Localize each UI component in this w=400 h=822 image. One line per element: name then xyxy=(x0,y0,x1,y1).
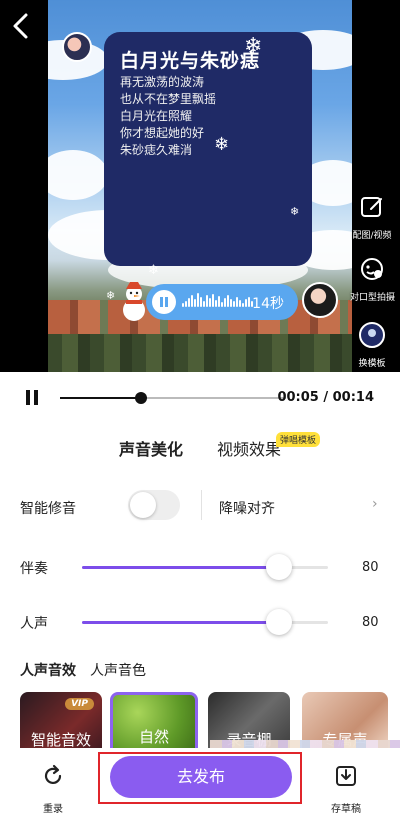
editor-screen: 白月光与朱砂痣 再无激荡的波涛 也从不在梦里飘摇 白月光在照耀 你才想起她的好 … xyxy=(0,0,400,822)
side-tool-label: 换模板 xyxy=(358,359,386,369)
playback-bar: 00:05 / 00:14 xyxy=(0,372,400,422)
save-draft-label: 存草稿 xyxy=(331,804,361,815)
rerecord-button[interactable]: 重录 xyxy=(33,764,73,815)
video-preview[interactable]: 白月光与朱砂痣 再无激荡的波涛 也从不在梦里飘摇 白月光在照耀 你才想起她的好 … xyxy=(0,0,400,372)
smart-tune-label: 智能修音 xyxy=(20,501,76,517)
author-avatar[interactable] xyxy=(62,32,92,62)
publish-button[interactable]: 去发布 xyxy=(110,756,292,798)
edit-image-icon xyxy=(361,197,382,217)
tab-video-effects[interactable]: 视频效果 xyxy=(217,436,281,460)
waveform-bar xyxy=(227,295,229,307)
vocal-slider[interactable] xyxy=(82,608,328,636)
progress-knob[interactable] xyxy=(135,392,148,404)
waveform-bar xyxy=(215,300,217,307)
waveform-bar xyxy=(185,301,187,307)
side-tool-media[interactable]: 配图/视频 xyxy=(350,194,394,241)
waveform-bar xyxy=(239,300,241,307)
tab-badge: 弹唱模板 xyxy=(276,432,321,447)
accompaniment-label: 伴奏 xyxy=(20,561,48,577)
waveform-bar xyxy=(242,303,244,307)
back-button[interactable] xyxy=(10,12,32,40)
effect-natural[interactable]: 自然 xyxy=(110,692,198,756)
snowflake-icon: ❄ xyxy=(148,263,159,278)
vip-badge: VIP xyxy=(65,698,94,710)
refresh-icon xyxy=(44,764,62,785)
waveform-bar xyxy=(224,298,226,307)
waveform-bar xyxy=(197,293,199,307)
waveform-bar xyxy=(212,294,214,307)
side-tool-lipsync[interactable]: 对口型拍摄 xyxy=(350,256,396,303)
bottom-action-bar: 重录 去发布 存草稿 xyxy=(0,748,400,822)
waveform-bar xyxy=(233,301,235,307)
snowflake-icon: ❄ xyxy=(290,205,300,218)
accompaniment-slider[interactable] xyxy=(82,553,328,581)
chevron-left-icon xyxy=(13,13,28,39)
save-draft-button[interactable]: 存草稿 xyxy=(326,764,366,815)
effect-name: 自然 xyxy=(138,728,169,746)
waveform-bar xyxy=(188,298,190,307)
waveform-bar xyxy=(182,303,184,307)
waveform-bar xyxy=(200,297,202,307)
subtab-vocal-timbre[interactable]: 人声音色 xyxy=(90,660,146,680)
progress-track[interactable] xyxy=(60,392,286,404)
waveform-bar xyxy=(248,297,250,307)
template-icon xyxy=(359,322,385,348)
waveform-bar xyxy=(206,295,208,307)
waveform-bar xyxy=(209,298,211,307)
audio-duration: 14秒 xyxy=(252,296,284,312)
divider xyxy=(201,490,202,520)
lyric-line: 再无激荡的波涛 xyxy=(120,75,205,89)
audio-waveform xyxy=(182,293,256,311)
side-tool-label: 对口型拍摄 xyxy=(350,293,396,303)
waveform-bar xyxy=(230,299,232,307)
subtab-vocal-effects[interactable]: 人声音效 xyxy=(20,660,76,680)
waveform-bar xyxy=(191,295,193,307)
accompaniment-value: 80 xyxy=(362,560,379,575)
lyric-line: 你才想起她的好 xyxy=(120,126,205,140)
side-tool-template[interactable]: 换模板 xyxy=(350,322,394,369)
effect-smart[interactable]: VIP 智能音效 xyxy=(20,692,102,756)
waveform-bar xyxy=(203,301,205,307)
lyric-card[interactable]: 白月光与朱砂痣 再无激荡的波涛 也从不在梦里飘摇 白月光在照耀 你才想起她的好 … xyxy=(104,32,312,266)
progress-fill xyxy=(60,397,142,399)
audio-preview-pill[interactable]: 14秒 xyxy=(146,284,298,320)
snowflake-icon: ❄ xyxy=(244,34,263,59)
tab-voice-beautify[interactable]: 声音美化 xyxy=(119,436,184,460)
vocal-value: 80 xyxy=(362,615,379,630)
playback-time: 00:05 / 00:14 xyxy=(277,390,374,405)
audio-pause-button[interactable] xyxy=(152,290,176,314)
lyric-line: 白月光在照耀 xyxy=(120,109,193,123)
waveform-bar xyxy=(245,299,247,307)
chevron-right-icon[interactable]: › xyxy=(372,496,378,512)
pause-icon xyxy=(26,390,30,405)
waveform-bar xyxy=(194,299,196,307)
play-pause-button[interactable] xyxy=(24,390,40,406)
singer-avatar[interactable] xyxy=(302,282,338,318)
denoise-label[interactable]: 降噪对齐 xyxy=(219,498,275,518)
lyric-line: 朱砂痣久难消 xyxy=(120,143,193,157)
snowflake-icon: ❄ xyxy=(214,134,230,155)
rerecord-label: 重录 xyxy=(43,804,63,815)
face-sync-icon xyxy=(361,258,383,280)
slider-knob[interactable] xyxy=(265,609,292,635)
vocal-label: 人声 xyxy=(20,616,48,632)
lyric-title: 白月光与朱砂痣 xyxy=(120,50,261,72)
snowflake-icon: ❄ xyxy=(106,289,116,302)
waveform-bar xyxy=(236,297,238,307)
smart-tune-toggle[interactable] xyxy=(128,490,180,520)
effect-name: 智能音效 xyxy=(30,731,91,749)
side-tool-label: 配图/视频 xyxy=(352,231,392,241)
lyric-line: 也从不在梦里飘摇 xyxy=(120,92,217,106)
waveform-bar xyxy=(221,302,223,307)
save-draft-icon xyxy=(336,766,356,786)
slider-knob[interactable] xyxy=(265,554,292,580)
waveform-bar xyxy=(218,296,220,307)
